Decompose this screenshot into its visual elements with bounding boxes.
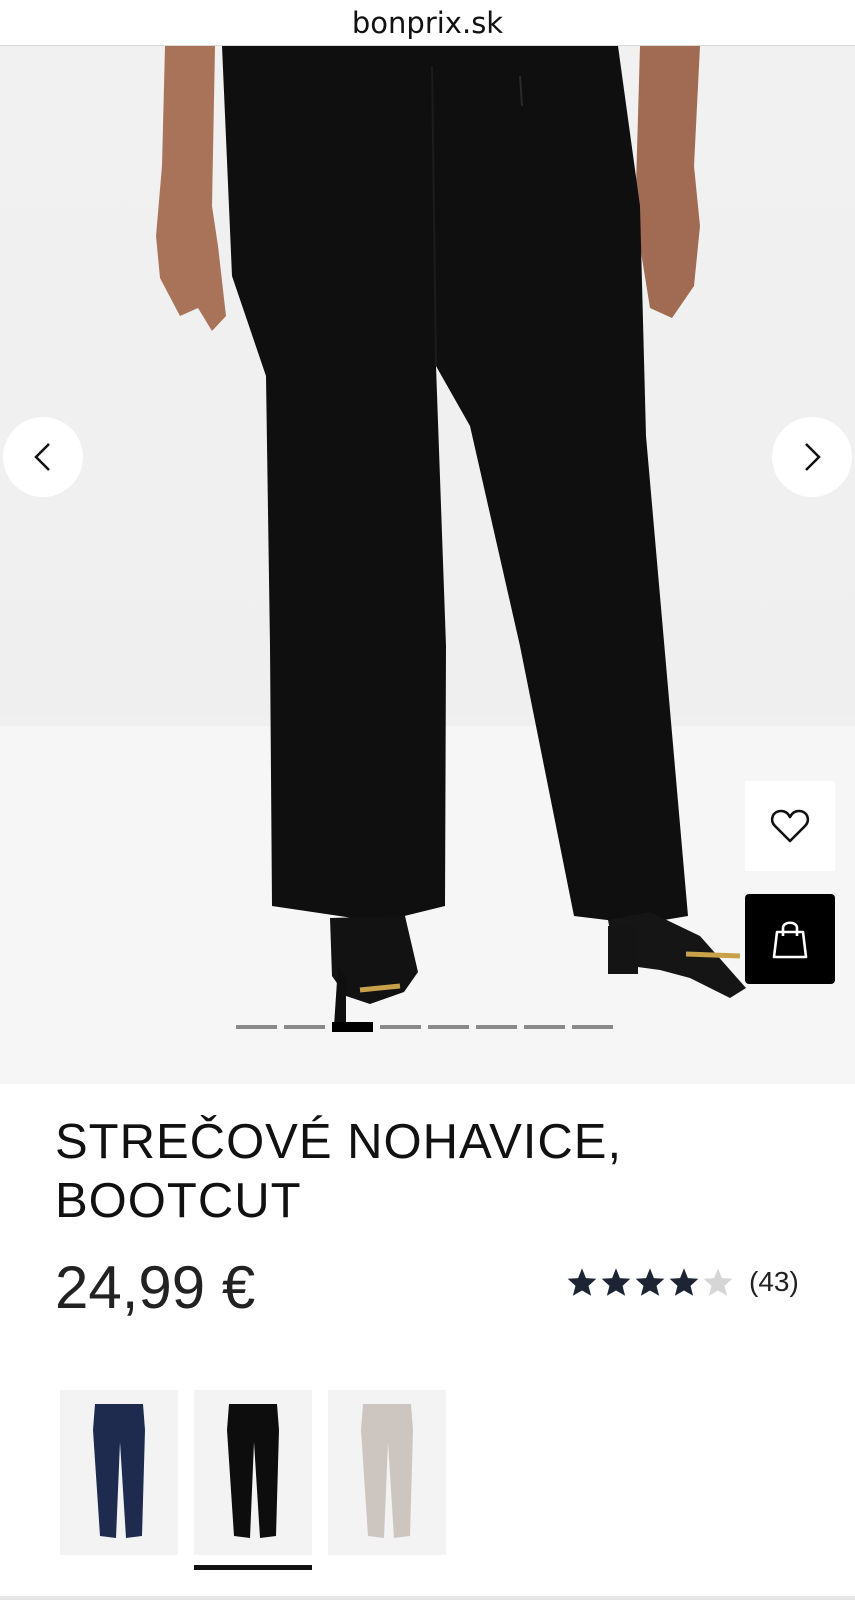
color-swatches (60, 1390, 446, 1570)
address-bar[interactable]: bonprix.sk (0, 0, 855, 46)
star-icon-filled (567, 1268, 597, 1296)
pants-thumbnail (361, 1404, 413, 1538)
product-title-line1: STREČOVÉ NOHAVICE, (55, 1115, 623, 1169)
product-title: STREČOVÉ NOHAVICE, BOOTCUT (55, 1113, 675, 1231)
product-image-gallery[interactable] (0, 46, 855, 1084)
product-image (0, 46, 855, 1084)
add-to-wishlist-button[interactable] (745, 781, 835, 871)
star-icon-filled (669, 1268, 699, 1296)
selected-swatch-indicator (194, 1565, 312, 1570)
carousel-dot[interactable] (476, 1025, 517, 1029)
carousel-dot[interactable] (572, 1025, 613, 1029)
chevron-left-icon (34, 443, 50, 471)
carousel-dot[interactable] (284, 1025, 325, 1029)
swatch-black[interactable] (194, 1390, 312, 1555)
carousel-dot-active[interactable] (332, 1022, 373, 1032)
pants-thumbnail (93, 1404, 145, 1538)
swatch-navy[interactable] (60, 1390, 178, 1555)
carousel-dot[interactable] (380, 1025, 421, 1029)
divider (0, 1596, 855, 1600)
star-icon-filled (601, 1268, 631, 1296)
shopping-bag-icon (772, 921, 808, 959)
product-title-line2: BOOTCUT (55, 1174, 302, 1228)
previous-image-button[interactable] (3, 417, 83, 497)
product-rating[interactable]: (43) (565, 1266, 799, 1298)
heart-icon (770, 809, 810, 843)
url-text: bonprix.sk (351, 5, 504, 40)
star-icon-filled (635, 1268, 665, 1296)
product-price: 24,99 € (55, 1254, 256, 1321)
star-icon-empty (703, 1268, 733, 1296)
carousel-dot[interactable] (236, 1025, 277, 1029)
next-image-button[interactable] (772, 417, 852, 497)
add-to-cart-button[interactable] (745, 894, 835, 984)
review-count: (43) (749, 1266, 799, 1297)
carousel-dot[interactable] (524, 1025, 565, 1029)
pants-thumbnail (227, 1404, 279, 1538)
swatch-beige[interactable] (328, 1390, 446, 1555)
chevron-right-icon (805, 443, 821, 471)
carousel-dot[interactable] (428, 1025, 469, 1029)
carousel-indicators (236, 1022, 613, 1032)
